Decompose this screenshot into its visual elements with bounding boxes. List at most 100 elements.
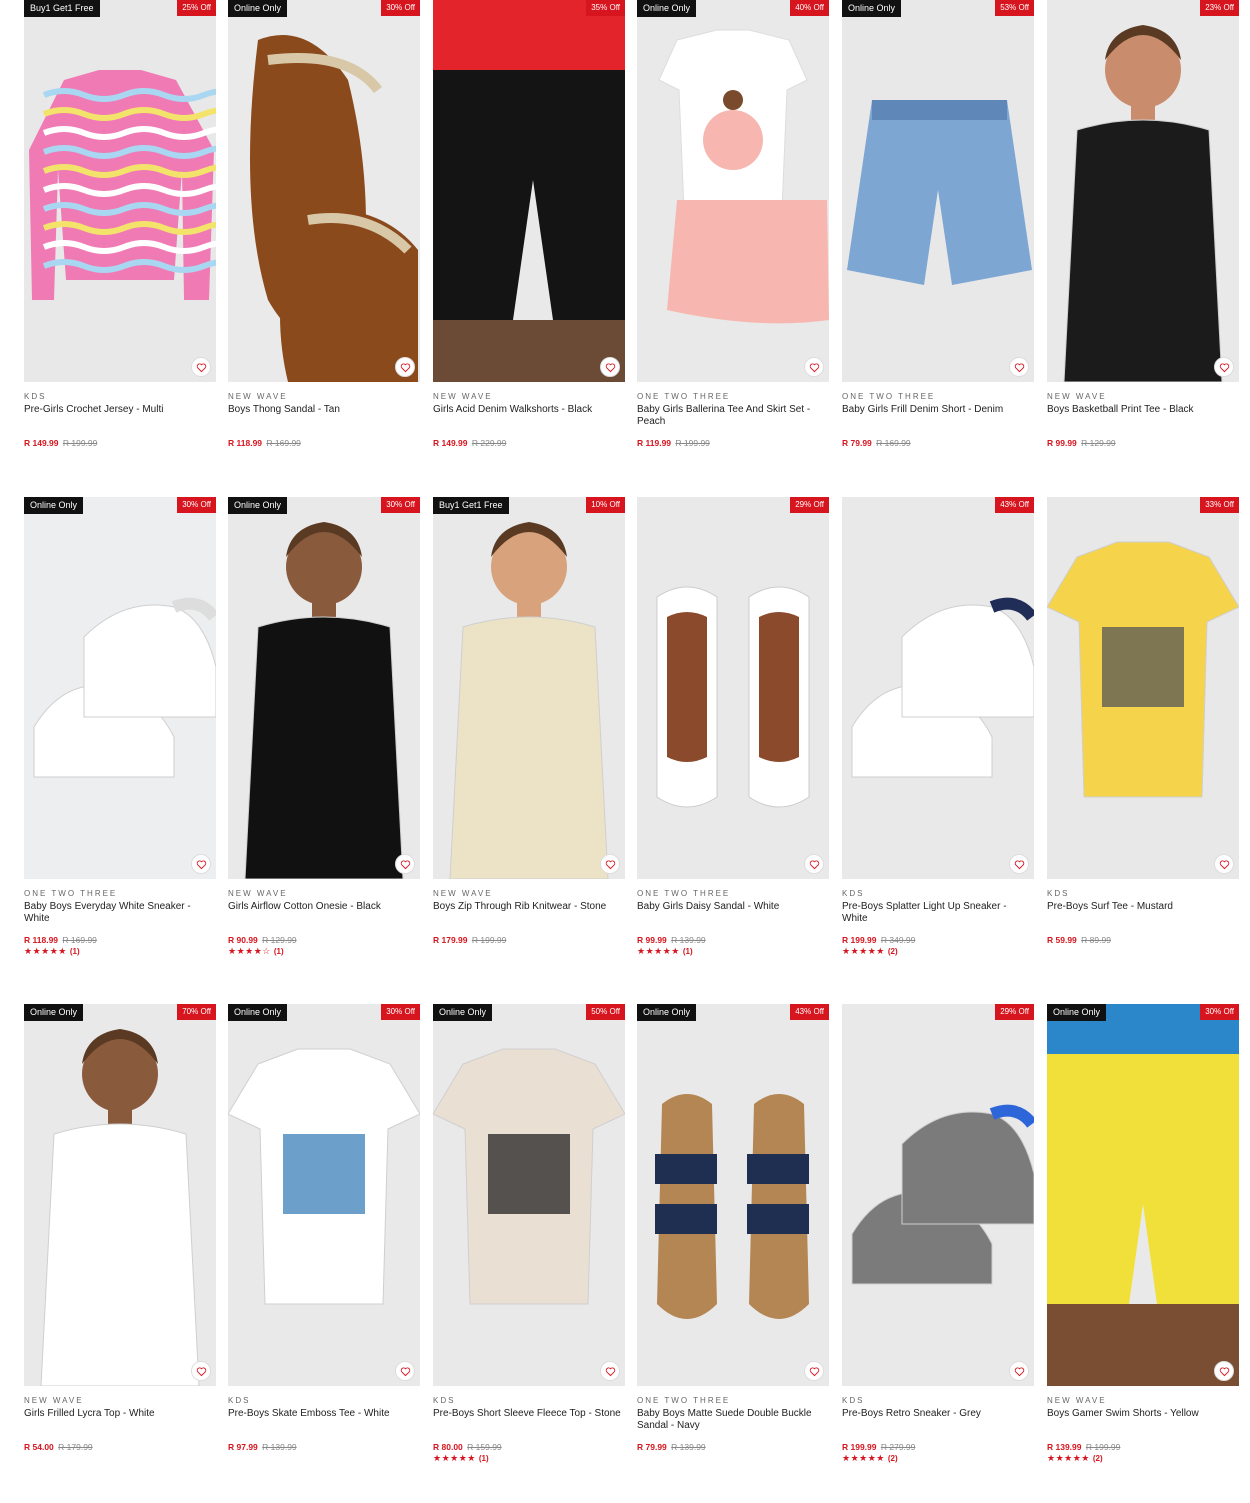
product-image[interactable]: 29% Off [842,1004,1034,1386]
product-card[interactable]: Online Only 50% Off KDS Pre-Boys Short Slee… [433,1004,625,1464]
product-name[interactable]: Pre-Boys Retro Sneaker - Grey [842,1408,1034,1436]
review-count[interactable]: (2) [888,947,898,956]
product-name[interactable]: Pre-Girls Crochet Jersey - Multi [24,404,216,432]
original-price: R 139.99 [671,935,706,945]
product-card[interactable]: 29% Off ONE TWO THREE Baby Girls Daisy San… [637,497,829,957]
product-name[interactable]: Baby Boys Matte Suede Double Buckle Sand… [637,1408,829,1436]
original-price: R 159.99 [467,1442,502,1452]
product-image[interactable]: 35% Off [433,0,625,382]
wishlist-heart-icon[interactable] [395,357,415,377]
wishlist-heart-icon[interactable] [395,1361,415,1381]
product-card[interactable]: 33% Off KDS Pre-Boys Surf Tee - Mustard R 5… [1047,497,1239,945]
wishlist-heart-icon[interactable] [804,1361,824,1381]
product-name[interactable]: Boys Zip Through Rib Knitwear - Stone [433,901,625,929]
product-image[interactable]: Online Only 30% Off [228,497,420,879]
review-count[interactable]: (1) [70,947,80,956]
product-card[interactable]: Online Only 30% Off NEW WAVE Boys Thong San… [228,0,420,448]
product-price: R 199.99 R 279.99 [842,1442,1034,1452]
product-card[interactable]: Online Only 40% Off ONE TWO THREE Baby Girl… [637,0,829,448]
wishlist-heart-icon[interactable] [600,357,620,377]
product-card[interactable]: Online Only 30% Off NEW WAVE Boys Gamer Swi… [1047,1004,1239,1464]
product-card[interactable]: 35% Off NEW WAVE Girls Acid Denim Walkshor… [433,0,625,448]
product-image[interactable]: Buy1 Get1 Free 25% Off [24,0,216,382]
product-name[interactable]: Boys Basketball Print Tee - Black [1047,404,1239,432]
product-name[interactable]: Baby Boys Everyday White Sneaker - White [24,901,216,929]
product-card[interactable]: 23% Off NEW WAVE Boys Basketball Print Tee… [1047,0,1239,448]
wishlist-heart-icon[interactable] [395,854,415,874]
product-name[interactable]: Boys Thong Sandal - Tan [228,404,420,432]
wishlist-heart-icon[interactable] [1214,854,1234,874]
product-image[interactable]: Online Only 70% Off [24,1004,216,1386]
current-price: R 199.99 [842,935,877,945]
product-name[interactable]: Girls Acid Denim Walkshorts - Black [433,404,625,432]
product-brand: NEW WAVE [228,889,288,898]
product-image[interactable]: Online Only 30% Off [1047,1004,1239,1386]
product-name[interactable]: Pre-Boys Splatter Light Up Sneaker - Whi… [842,901,1034,929]
discount-badge: 30% Off [381,0,420,16]
product-card[interactable]: 29% Off KDS Pre-Boys Retro Sneaker - Grey R… [842,1004,1034,1464]
product-image[interactable]: Online Only 30% Off [24,497,216,879]
product-card[interactable]: Online Only 30% Off ONE TWO THREE Baby Boys… [24,497,216,957]
product-card[interactable]: Online Only 53% Off ONE TWO THREE Baby Girl… [842,0,1034,448]
wishlist-heart-icon[interactable] [191,854,211,874]
discount-badge: 30% Off [177,497,216,513]
product-name[interactable]: Pre-Boys Surf Tee - Mustard [1047,901,1239,929]
product-name[interactable]: Boys Gamer Swim Shorts - Yellow [1047,1408,1239,1436]
wishlist-heart-icon[interactable] [1214,1361,1234,1381]
product-price: R 199.99 R 349.99 [842,935,1034,945]
wishlist-heart-icon[interactable] [804,357,824,377]
review-count[interactable]: (1) [479,1454,489,1463]
product-photo [1047,541,1239,798]
original-price: R 89.99 [1081,935,1111,945]
product-photo [228,1048,420,1305]
product-name[interactable]: Girls Airflow Cotton Onesie - Black [228,901,420,929]
product-card[interactable]: Online Only 43% Off ONE TWO THREE Baby Boys… [637,1004,829,1452]
wishlist-heart-icon[interactable] [804,854,824,874]
product-photo [847,100,1032,285]
product-name[interactable]: Baby Girls Ballerina Tee And Skirt Set -… [637,404,829,432]
review-count[interactable]: (2) [1093,1454,1103,1463]
current-price: R 99.99 [637,935,667,945]
product-card[interactable]: Online Only 30% Off KDS Pre-Boys Skate Embo… [228,1004,420,1452]
wishlist-heart-icon[interactable] [1009,1361,1029,1381]
review-count[interactable]: (1) [683,947,693,956]
product-image[interactable]: Online Only 30% Off [228,0,420,382]
product-image[interactable]: Online Only 53% Off [842,0,1034,382]
review-count[interactable]: (1) [274,947,284,956]
product-name[interactable]: Girls Frilled Lycra Top - White [24,1408,216,1436]
review-count[interactable]: (2) [888,1454,898,1463]
product-name[interactable]: Baby Girls Daisy Sandal - White [637,901,829,929]
wishlist-heart-icon[interactable] [1009,854,1029,874]
product-price: R 59.99 R 89.99 [1047,935,1239,945]
wishlist-heart-icon[interactable] [191,357,211,377]
product-card[interactable]: Buy1 Get1 Free 10% Off NEW WAVE Boys Zip Th… [433,497,625,945]
wishlist-heart-icon[interactable] [1009,357,1029,377]
product-card[interactable]: Buy1 Get1 Free 25% Off KDS Pre-Girls Croche… [24,0,216,448]
product-image[interactable]: Buy1 Get1 Free 10% Off [433,497,625,879]
product-card[interactable]: 43% Off KDS Pre-Boys Splatter Light Up Sne… [842,497,1034,957]
discount-badge: 53% Off [995,0,1034,16]
product-price: R 97.99 R 139.99 [228,1442,420,1452]
product-image[interactable]: Online Only 40% Off [637,0,829,382]
product-name[interactable]: Pre-Boys Short Sleeve Fleece Top - Stone [433,1408,625,1436]
wishlist-heart-icon[interactable] [191,1361,211,1381]
product-name[interactable]: Baby Girls Frill Denim Short - Denim [842,404,1034,432]
product-image[interactable]: 33% Off [1047,497,1239,879]
star-icons: ★★★★★ [1047,1453,1090,1463]
product-image[interactable]: 29% Off [637,497,829,879]
current-price: R 118.99 [228,438,263,448]
product-name[interactable]: Pre-Boys Skate Emboss Tee - White [228,1408,420,1436]
product-image[interactable]: Online Only 50% Off [433,1004,625,1386]
product-photo [656,586,810,808]
product-image[interactable]: Online Only 30% Off [228,1004,420,1386]
product-brand: KDS [433,1396,456,1405]
product-image[interactable]: Online Only 43% Off [637,1004,829,1386]
wishlist-heart-icon[interactable] [600,854,620,874]
product-card[interactable]: Online Only 30% Off NEW WAVE Girls Airflow … [228,497,420,957]
product-image[interactable]: 23% Off [1047,0,1239,382]
product-card[interactable]: Online Only 70% Off NEW WAVE Girls Frilled … [24,1004,216,1452]
wishlist-heart-icon[interactable] [600,1361,620,1381]
product-image[interactable]: 43% Off [842,497,1034,879]
discount-badge: 33% Off [1200,497,1239,513]
wishlist-heart-icon[interactable] [1214,357,1234,377]
